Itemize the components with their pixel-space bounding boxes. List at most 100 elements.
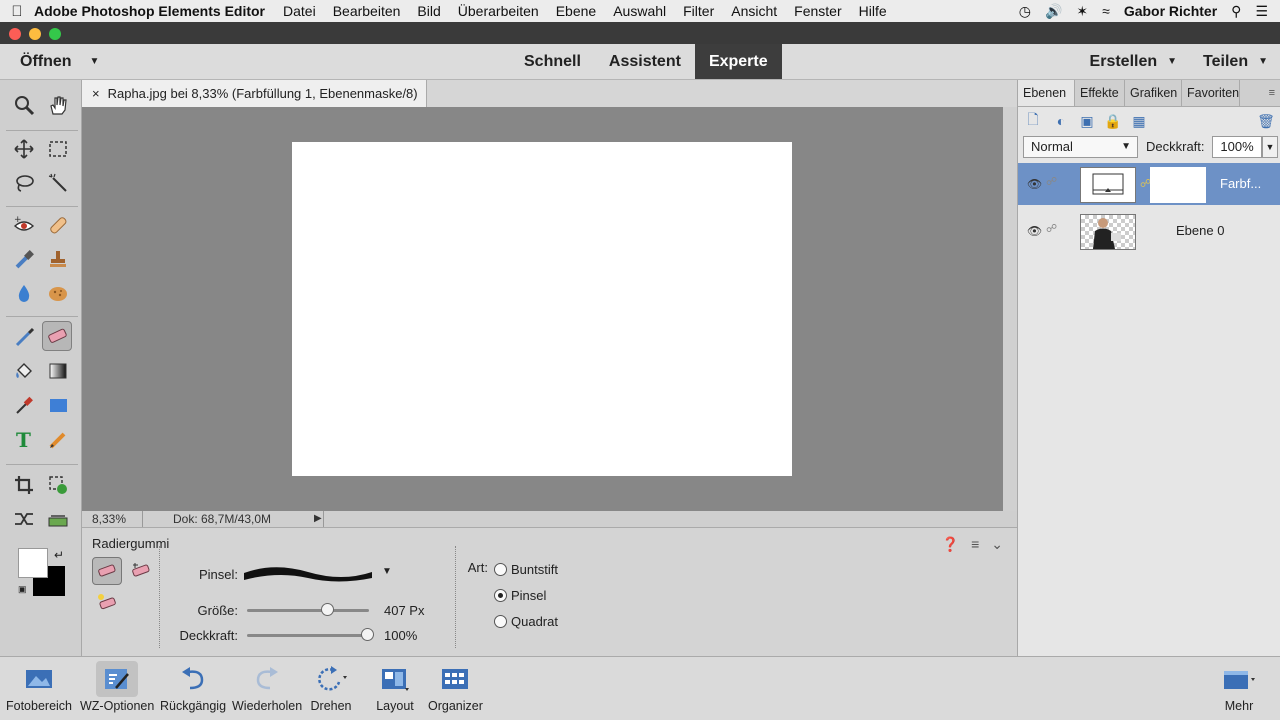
layer-thumbnail[interactable] xyxy=(1080,214,1136,250)
spot-healing-tool[interactable] xyxy=(43,210,73,240)
close-icon[interactable]: × xyxy=(92,86,100,101)
link-icon[interactable]: ☍ xyxy=(1046,222,1057,235)
straighten-tool[interactable] xyxy=(43,504,73,534)
rotate-button[interactable]: Drehen xyxy=(310,661,352,713)
mode-assistent[interactable]: Assistent xyxy=(595,44,695,79)
photo-bin-button[interactable]: Fotobereich xyxy=(6,661,72,713)
menu-fenster[interactable]: Fenster xyxy=(794,3,841,19)
menu-hilfe[interactable]: Hilfe xyxy=(859,3,887,19)
tool-options-button[interactable]: WZ-Optionen xyxy=(80,661,154,713)
undo-button[interactable]: Rückgängig xyxy=(160,661,226,713)
brush-preview[interactable] xyxy=(238,558,378,588)
radio-buntstift[interactable]: Buntstift xyxy=(494,562,558,577)
default-colors-icon[interactable]: ▣ xyxy=(18,584,27,595)
notification-center-icon[interactable]: ☰ xyxy=(1255,3,1268,20)
visibility-eye-icon[interactable]: 👁 xyxy=(1027,177,1042,191)
eraser-tool[interactable] xyxy=(42,321,72,351)
more-button[interactable]: Mehr xyxy=(1218,661,1260,713)
crop-tool[interactable] xyxy=(9,470,39,500)
layer-mask-thumbnail[interactable] xyxy=(1150,167,1206,203)
clone-stamp-tool[interactable] xyxy=(43,244,73,274)
volume-icon[interactable]: 🔊 xyxy=(1045,3,1062,20)
lock-icon[interactable]: 🔒 xyxy=(1100,113,1126,130)
layer-opacity-input[interactable]: 100% xyxy=(1212,136,1262,158)
vertical-scrollbar[interactable] xyxy=(1003,107,1017,511)
layer-mask-icon[interactable]: ▣ xyxy=(1074,113,1100,130)
menu-bild[interactable]: Bild xyxy=(417,3,440,19)
lasso-tool[interactable] xyxy=(9,168,39,198)
radio-quadrat[interactable]: Quadrat xyxy=(494,614,558,629)
pencil-tool[interactable] xyxy=(43,424,73,454)
menu-ueberarbeiten[interactable]: Überarbeiten xyxy=(458,3,539,19)
link-icon[interactable]: ☍ xyxy=(1046,175,1057,188)
create-button[interactable]: Erstellen ▼ xyxy=(1090,53,1178,71)
close-window-button[interactable] xyxy=(9,28,21,40)
new-layer-icon[interactable]: 🗋 xyxy=(1018,109,1048,133)
radio-button[interactable] xyxy=(494,589,507,602)
sponge-tool[interactable] xyxy=(43,278,73,308)
help-icon[interactable]: ❓ xyxy=(942,536,959,553)
spotlight-icon[interactable]: ⚲ xyxy=(1231,3,1241,20)
tab-favoriten[interactable]: Favoriten xyxy=(1182,80,1240,106)
red-eye-tool[interactable]: + xyxy=(9,210,39,240)
mode-experte[interactable]: Experte xyxy=(694,44,782,79)
minimize-window-button[interactable] xyxy=(29,28,41,40)
visibility-eye-icon[interactable]: 👁 xyxy=(1027,224,1042,238)
hand-tool[interactable] xyxy=(43,90,73,120)
options-menu-icon[interactable]: ≡ xyxy=(971,536,979,553)
paint-bucket-tool[interactable] xyxy=(9,356,39,386)
swap-colors-icon[interactable]: ↵ xyxy=(54,548,64,562)
magic-eraser-button[interactable] xyxy=(92,588,122,616)
radio-button[interactable] xyxy=(494,615,507,628)
tab-grafiken[interactable]: Grafiken xyxy=(1125,80,1182,106)
user-name[interactable]: Gabor Richter xyxy=(1124,3,1217,19)
time-machine-icon[interactable]: ◷ xyxy=(1019,3,1031,20)
recompose-tool[interactable] xyxy=(43,470,73,500)
menu-filter[interactable]: Filter xyxy=(683,3,714,19)
size-slider-handle[interactable] xyxy=(321,603,335,616)
opacity-slider-handle[interactable] xyxy=(360,628,374,641)
menu-bearbeiten[interactable]: Bearbeiten xyxy=(333,3,401,19)
wifi-icon[interactable]: ≈ xyxy=(1102,3,1110,19)
rect-marquee-tool[interactable] xyxy=(43,134,73,164)
tab-effekte[interactable]: Effekte xyxy=(1075,80,1125,106)
radio-pinsel[interactable]: Pinsel xyxy=(494,588,546,603)
app-name-menu[interactable]: Adobe Photoshop Elements Editor xyxy=(34,3,265,19)
opacity-slider-track[interactable] xyxy=(247,634,369,637)
move-tool[interactable] xyxy=(9,134,39,164)
trash-icon[interactable]: 🗑 xyxy=(1251,113,1280,130)
menu-datei[interactable]: Datei xyxy=(283,3,316,19)
layer-row-fill[interactable]: 👁 ☍ ☍ Farbf... xyxy=(1018,163,1280,205)
apple-icon[interactable]:  xyxy=(0,3,34,20)
eyedropper-tool[interactable] xyxy=(9,390,39,420)
content-aware-move-tool[interactable] xyxy=(9,504,39,534)
foreground-color-swatch[interactable] xyxy=(18,548,48,578)
size-slider-track[interactable] xyxy=(247,609,369,612)
type-tool[interactable]: T xyxy=(9,424,39,454)
share-button[interactable]: Teilen ▼ xyxy=(1203,53,1268,71)
brush-tool[interactable] xyxy=(9,322,39,352)
fill-layer-thumbnail[interactable] xyxy=(1080,167,1136,203)
chevron-down-icon[interactable]: ▼ xyxy=(382,566,392,577)
menu-ansicht[interactable]: Ansicht xyxy=(731,3,777,19)
image-canvas[interactable] xyxy=(292,142,792,476)
radio-button[interactable] xyxy=(494,563,507,576)
document-tab[interactable]: × Rapha.jpg bei 8,33% (Farbfüllung 1, Ebe… xyxy=(82,80,427,128)
menu-auswahl[interactable]: Auswahl xyxy=(613,3,666,19)
collapse-chevron-icon[interactable]: ⌄ xyxy=(991,536,1003,553)
panel-menu-icon[interactable]: ≡ xyxy=(1269,80,1280,106)
magic-wand-tool[interactable] xyxy=(43,168,73,198)
lock-transparency-icon[interactable]: ▦ xyxy=(1126,113,1152,130)
blend-mode-select[interactable]: Normal ▼ xyxy=(1023,136,1138,158)
layout-button[interactable]: Layout xyxy=(374,661,416,713)
zoom-window-button[interactable] xyxy=(49,28,61,40)
eraser-mode-button[interactable] xyxy=(92,557,122,585)
play-arrow-icon[interactable]: ▶ xyxy=(314,513,322,524)
mode-schnell[interactable]: Schnell xyxy=(510,44,595,79)
zoom-tool[interactable] xyxy=(9,90,39,120)
tab-ebenen[interactable]: Ebenen xyxy=(1018,80,1075,106)
bluetooth-icon[interactable]: ✶ xyxy=(1076,3,1088,20)
chevron-down-icon[interactable]: ▼ xyxy=(1262,136,1278,158)
smart-brush-tool[interactable] xyxy=(9,244,39,274)
zoom-level[interactable]: 8,33% xyxy=(92,512,126,526)
